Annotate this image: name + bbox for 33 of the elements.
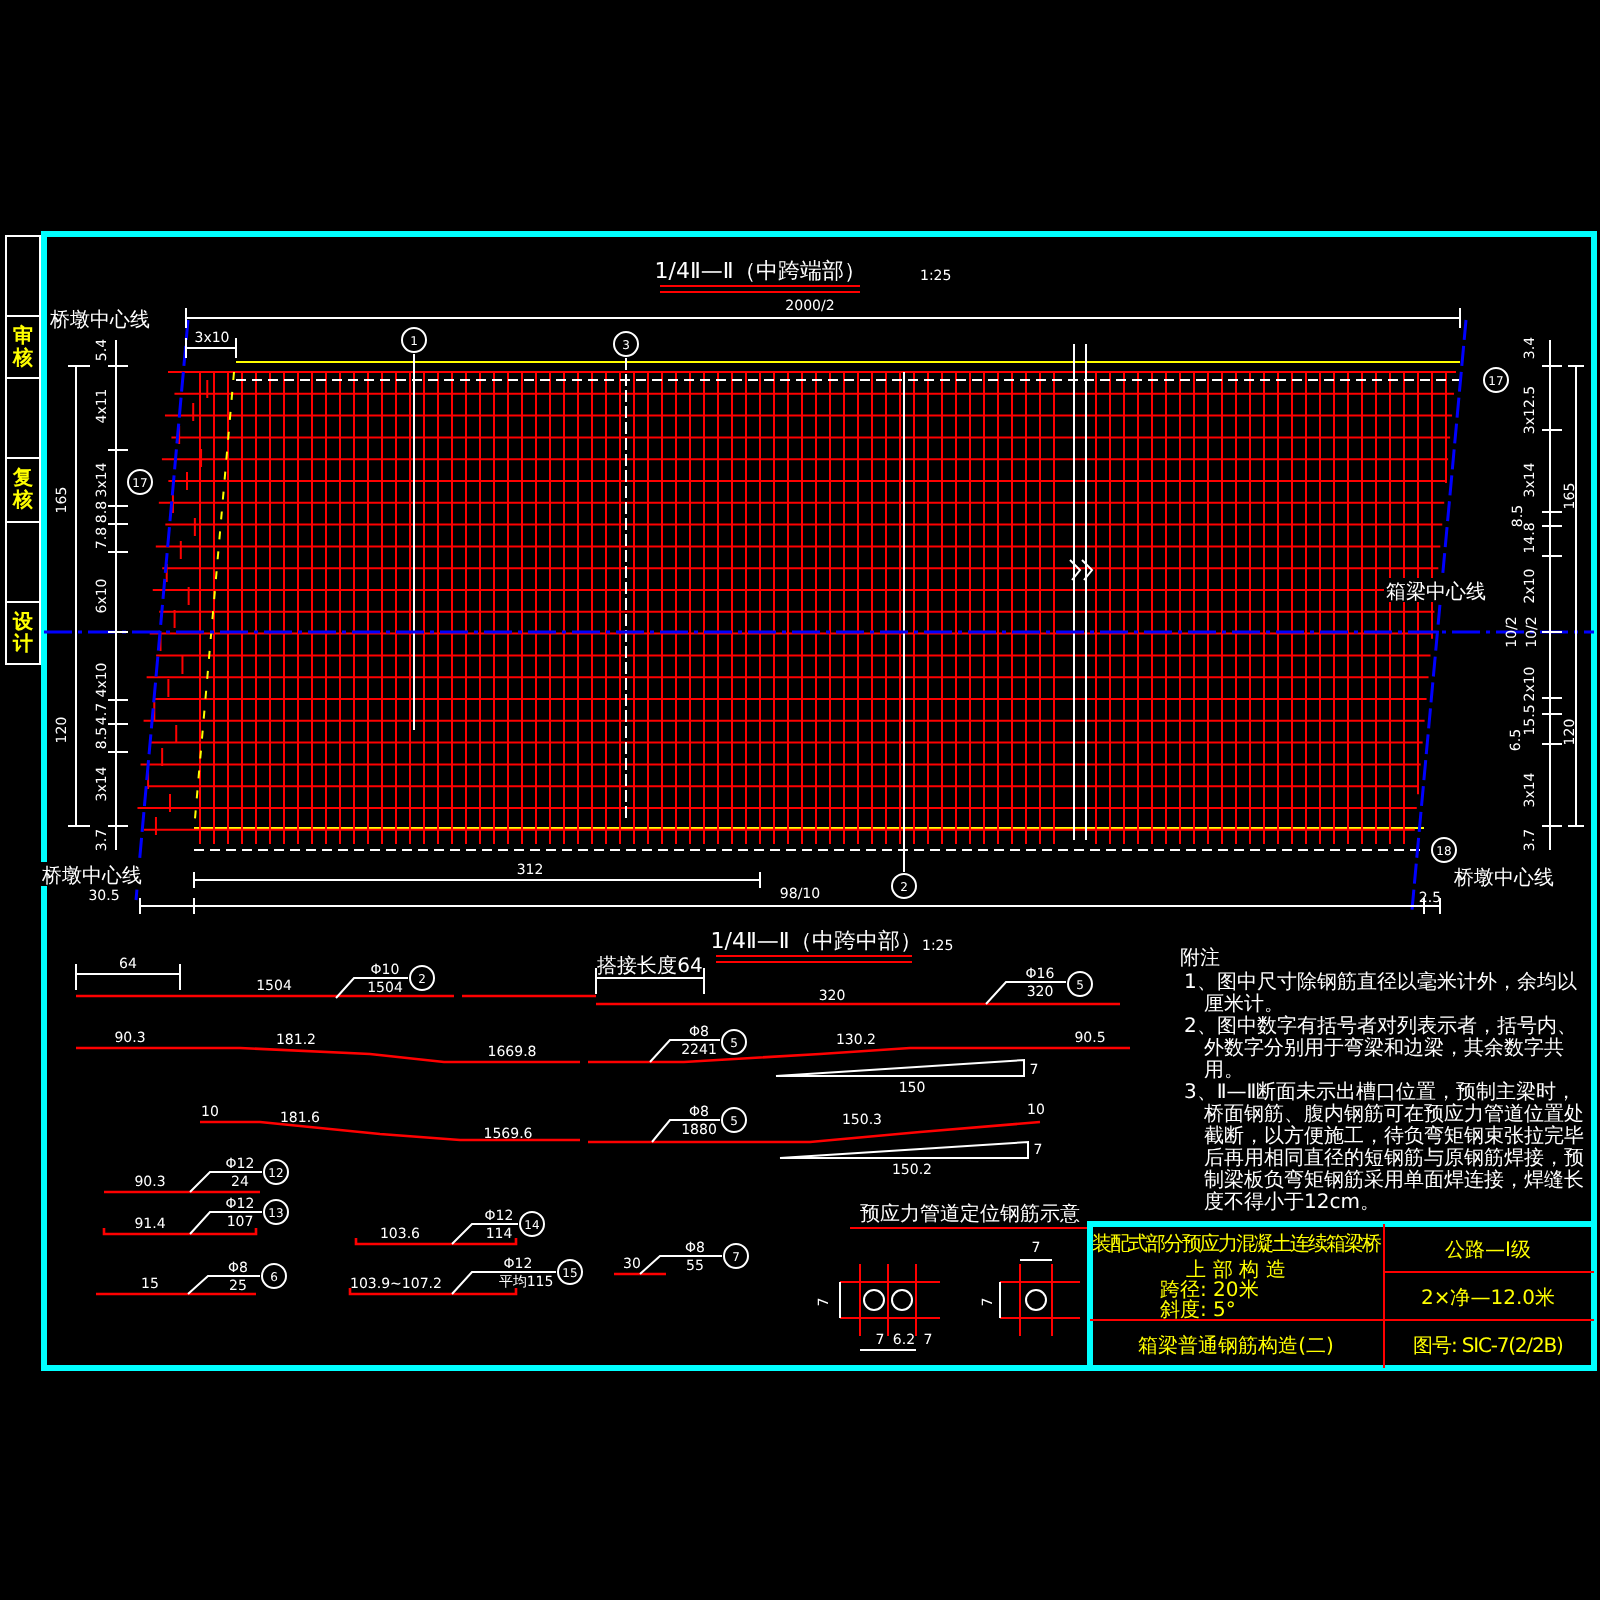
load-class: 公路—I级	[1445, 1240, 1531, 1262]
leader-line	[451, 1223, 519, 1245]
signature-label: 复核	[13, 468, 33, 512]
part-title: 上 部 构 造	[1186, 1260, 1286, 1282]
signature-label: 设计	[13, 612, 33, 656]
leader-line	[451, 1271, 557, 1295]
signature-label: 审核	[13, 326, 33, 370]
leader-line	[649, 1039, 721, 1063]
project-title: 装配式部分预应力混凝土连续箱梁桥	[1092, 1234, 1380, 1256]
leader-line	[189, 1171, 263, 1193]
leader-line	[187, 1275, 261, 1295]
notes-title: 附注	[1180, 948, 1222, 970]
note-text: 2、图中数字有括号者对列表示者，括号内、外数字分别用于弯梁和边梁，其余数字共用。	[1182, 1016, 1579, 1082]
note-text: 3、Ⅱ—Ⅱ断面未示出槽口位置，预制主梁时，桥面钢筋、腹内钢筋可在预应力管道位置处截断，以方便施工，待负弯矩钢束张拉完毕后再用相同直径的短钢筋与原钢筋焊接，预制梁板负弯矩钢筋采用单面焊连接，焊缝长度不得小于12cm。	[1182, 1082, 1586, 1214]
leader-line	[985, 981, 1067, 1005]
skew-label: 斜度: 5°	[1160, 1300, 1236, 1322]
leader-line	[651, 1119, 721, 1143]
leader-line	[189, 1211, 263, 1235]
note-text: 1、图中尺寸除钢筋直径以毫米计外，余均以厘米计。	[1182, 972, 1579, 1016]
leader-line	[335, 977, 409, 999]
section-title: 1/4Ⅱ—Ⅱ（中跨中部）	[710, 928, 922, 954]
span-label: 跨径: 20米	[1160, 1280, 1259, 1302]
leader-line	[639, 1255, 723, 1275]
detail-title: 预应力管道定位钢筋示意	[860, 1204, 1080, 1226]
dimension-label: 搭接长度64	[597, 956, 703, 978]
centerline-label: 箱梁中心线	[1384, 578, 1488, 604]
drawing-number: 图号: SIC-7(2/2B)	[1413, 1336, 1563, 1358]
deck-width: 2×净—12.0米	[1421, 1288, 1555, 1310]
centerline-label: 桥墩中心线	[1452, 864, 1556, 890]
centerline-label: 桥墩中心线	[40, 862, 144, 888]
centerline-label: 桥墩中心线	[48, 306, 152, 332]
section-title: 1/4Ⅱ—Ⅱ（中跨端部）	[654, 258, 866, 284]
drawing-title: 箱梁普通钢筋构造(二)	[1138, 1336, 1334, 1358]
